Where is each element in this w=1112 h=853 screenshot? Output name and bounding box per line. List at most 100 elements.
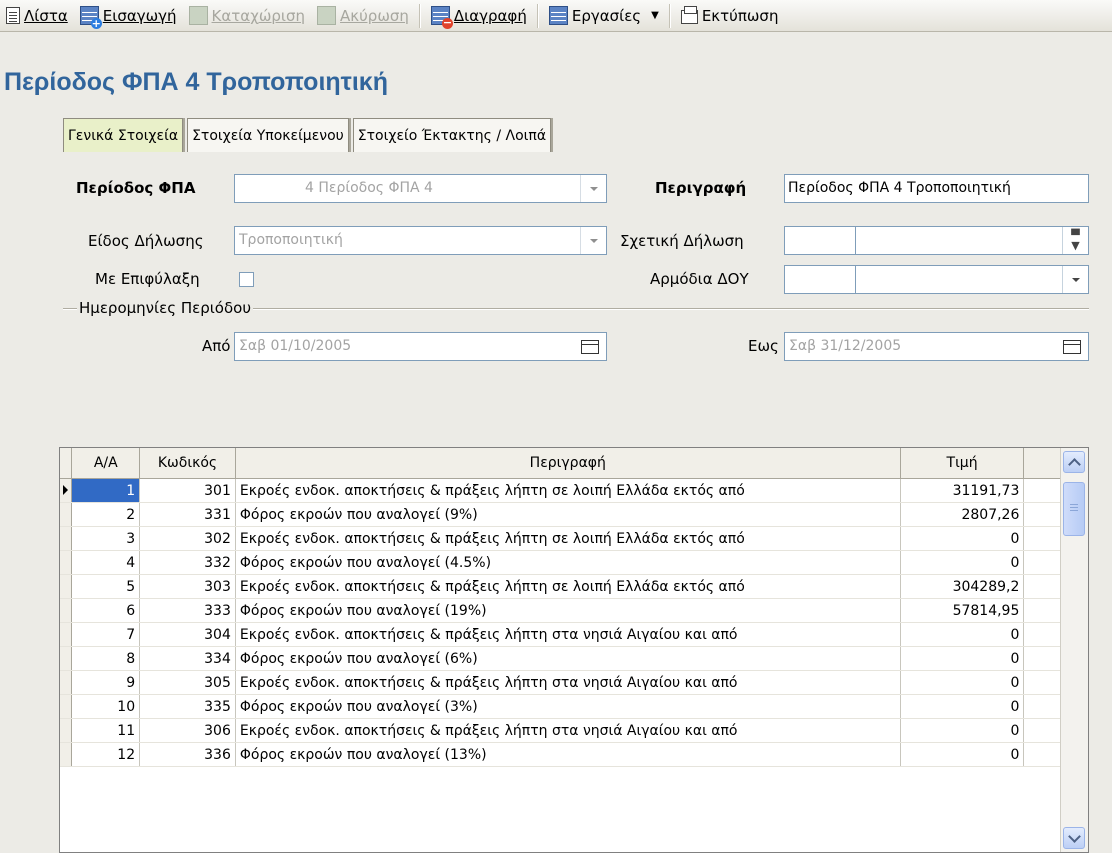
table-row[interactable]: 5 303 Εκροές ενδοκ. αποκτήσεις & πράξεις λ… [60, 574, 1088, 599]
cell-value[interactable]: 0 [900, 694, 1025, 719]
cell-value[interactable]: 0 [900, 622, 1025, 647]
cell-description[interactable]: Φόρος εκροών που αναλογεί (13%) [235, 742, 901, 767]
cell-value[interactable]: 0 [900, 742, 1025, 767]
cell-aa[interactable]: 8 [71, 646, 141, 671]
insert-button[interactable]: Εισαγωγή [74, 1, 183, 31]
cell-description[interactable]: Φόρος εκροών που αναλογεί (4.5%) [235, 550, 901, 575]
tax-office-select[interactable] [784, 265, 1089, 294]
row-indicator[interactable] [60, 526, 73, 551]
table-row[interactable]: 12 336 Φόρος εκροών που αναλογεί (13%) 0 [60, 742, 1088, 767]
cell-description[interactable]: Φόρος εκροών που αναλογεί (6%) [235, 646, 901, 671]
cell-value[interactable]: 31191,73 [900, 478, 1025, 503]
table-row[interactable]: 10 335 Φόρος εκροών που αναλογεί (3%) 0 [60, 694, 1088, 719]
table-row[interactable]: 4 332 Φόρος εκροών που αναλογεί (4.5%) 0 [60, 550, 1088, 575]
related-declaration-lookup[interactable]: ▀ ▼ [784, 226, 1089, 255]
save-button[interactable]: Καταχώριση [183, 1, 311, 31]
cell-code[interactable]: 334 [139, 646, 236, 671]
cell-description[interactable]: Εκροές ενδοκ. αποκτήσεις & πράξεις λήπτη… [235, 526, 901, 551]
declaration-type-select[interactable]: Τροποποιητική [234, 226, 607, 255]
tab-extraordinary-other[interactable]: Στοιχείο Έκτακτης / Λοιπά [352, 118, 552, 152]
row-indicator[interactable] [60, 478, 73, 503]
table-row[interactable]: 2 331 Φόρος εκροών που αναλογεί (9%) 2807,2… [60, 502, 1088, 527]
row-indicator[interactable] [60, 550, 73, 575]
cell-code[interactable]: 302 [139, 526, 236, 551]
cell-code[interactable]: 305 [139, 670, 236, 695]
cell-description[interactable]: Εκροές ενδοκ. αποκτήσεις & πράξεις λήπτη… [235, 670, 901, 695]
cell-description[interactable]: Εκροές ενδοκ. αποκτήσεις & πράξεις λήπτη… [235, 718, 901, 743]
row-indicator[interactable] [60, 670, 73, 695]
cell-value[interactable]: 0 [900, 718, 1025, 743]
table-row[interactable]: 3 302 Εκροές ενδοκ. αποκτήσεις & πράξεις λ… [60, 526, 1088, 551]
cell-aa[interactable]: 5 [71, 574, 141, 599]
reservation-checkbox[interactable] [239, 272, 254, 287]
cell-description[interactable]: Φόρος εκροών που αναλογεί (19%) [235, 598, 901, 623]
cell-code[interactable]: 303 [139, 574, 236, 599]
from-date-input[interactable]: Σαβ 01/10/2005 [234, 332, 607, 361]
column-header-aa[interactable]: Α/Α [71, 448, 141, 479]
row-indicator[interactable] [60, 694, 73, 719]
cell-description[interactable]: Εκροές ενδοκ. αποκτήσεις & πράξεις λήπτη… [235, 574, 901, 599]
row-indicator[interactable] [60, 742, 73, 767]
cell-aa[interactable]: 2 [71, 502, 141, 527]
to-date-input[interactable]: Σαβ 31/12/2005 [784, 332, 1089, 361]
row-indicator[interactable] [60, 598, 73, 623]
cell-aa[interactable]: 11 [71, 718, 141, 743]
cell-description[interactable]: Φόρος εκροών που αναλογεί (3%) [235, 694, 901, 719]
cell-code[interactable]: 306 [139, 718, 236, 743]
cell-aa[interactable]: 6 [71, 598, 141, 623]
table-row[interactable]: 6 333 Φόρος εκροών που αναλογεί (19%) 57814… [60, 598, 1088, 623]
cell-value[interactable]: 57814,95 [900, 598, 1025, 623]
row-indicator[interactable] [60, 502, 73, 527]
cell-aa[interactable]: 3 [71, 526, 141, 551]
print-button[interactable]: Εκτύπωση [675, 1, 785, 31]
declaration-type-dropdown-button[interactable] [580, 227, 606, 254]
cell-code[interactable]: 304 [139, 622, 236, 647]
list-button[interactable]: Λίστα [0, 1, 74, 31]
cell-aa[interactable]: 12 [71, 742, 141, 767]
cell-code[interactable]: 333 [139, 598, 236, 623]
cell-aa[interactable]: 10 [71, 694, 141, 719]
scroll-up-button[interactable] [1063, 451, 1085, 473]
cell-value[interactable]: 2807,26 [900, 502, 1025, 527]
table-row[interactable]: 1 301 Εκροές ενδοκ. αποκτήσεις & πράξεις λ… [60, 478, 1088, 503]
description-input[interactable]: Περίοδος ΦΠΑ 4 Τροποποιητική [784, 174, 1089, 203]
scroll-down-button[interactable] [1063, 827, 1085, 849]
to-date-picker-button[interactable] [1056, 333, 1088, 360]
row-indicator[interactable] [60, 646, 73, 671]
cell-value[interactable]: 0 [900, 550, 1025, 575]
tab-subject-details[interactable]: Στοιχεία Υποκείμενου [187, 118, 349, 152]
tasks-dropdown-button[interactable]: Εργασίες ▼ [543, 1, 665, 31]
cell-value[interactable]: 0 [900, 670, 1025, 695]
cell-aa[interactable]: 9 [71, 670, 141, 695]
cell-description[interactable]: Εκροές ενδοκ. αποκτήσεις & πράξεις λήπτη… [235, 478, 901, 503]
cell-value[interactable]: 304289,2 [900, 574, 1025, 599]
lookup-button[interactable]: ▀ ▼ [1062, 227, 1088, 254]
delete-button[interactable]: Διαγραφή [425, 1, 533, 31]
row-indicator[interactable] [60, 622, 73, 647]
row-indicator[interactable] [60, 574, 73, 599]
cell-aa[interactable]: 7 [71, 622, 141, 647]
row-indicator[interactable] [60, 718, 73, 743]
cell-value[interactable]: 0 [900, 646, 1025, 671]
period-dropdown-button[interactable] [580, 175, 606, 202]
cell-code[interactable]: 331 [139, 502, 236, 527]
cell-description[interactable]: Φόρος εκροών που αναλογεί (9%) [235, 502, 901, 527]
cell-value[interactable]: 0 [900, 526, 1025, 551]
tab-general[interactable]: Γενικά Στοιχεία [63, 118, 184, 152]
table-row[interactable]: 7 304 Εκροές ενδοκ. αποκτήσεις & πράξεις λ… [60, 622, 1088, 647]
column-header-code[interactable]: Κωδικός [139, 448, 236, 479]
cell-code[interactable]: 336 [139, 742, 236, 767]
from-date-picker-button[interactable] [574, 333, 606, 360]
cell-description[interactable]: Εκροές ενδοκ. αποκτήσεις & πράξεις λήπτη… [235, 622, 901, 647]
cell-aa[interactable]: 4 [71, 550, 141, 575]
scroll-thumb[interactable] [1063, 482, 1085, 536]
period-select[interactable]: 4 Περίοδος ΦΠΑ 4 [234, 174, 607, 203]
column-header-value[interactable]: Τιμή [900, 448, 1025, 479]
table-row[interactable]: 8 334 Φόρος εκροών που αναλογεί (6%) 0 [60, 646, 1088, 671]
cell-code[interactable]: 301 [139, 478, 236, 503]
column-header-description[interactable]: Περιγραφή [235, 448, 901, 479]
cell-code[interactable]: 332 [139, 550, 236, 575]
cell-code[interactable]: 335 [139, 694, 236, 719]
vertical-scrollbar[interactable] [1060, 448, 1088, 852]
cell-aa[interactable]: 1 [71, 478, 141, 503]
